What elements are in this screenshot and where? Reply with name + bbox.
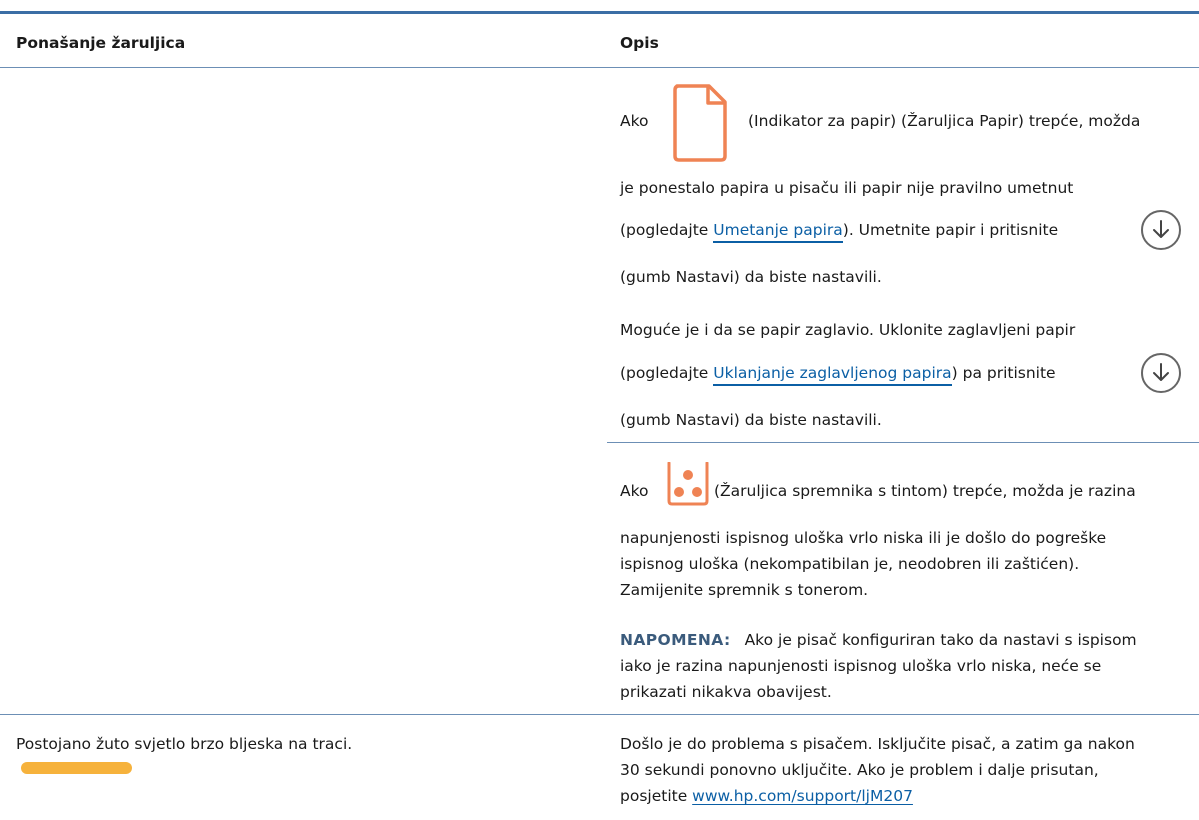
- toner-line4-text: Zamijenite spremnik s tonerom.: [620, 581, 869, 599]
- row1-inner-divider: [607, 442, 1199, 443]
- paper-line5-text: Moguće je i da se papir zaglavio. Ukloni…: [620, 321, 1076, 339]
- toner-line3-text: ispisnog uloška (nekompatibilan je, neod…: [620, 555, 1080, 573]
- note-line1-text: Ako je pisač konfiguriran tako da nastav…: [744, 631, 1137, 649]
- clear-jam-link[interactable]: Uklanjanje zaglavljenog papira: [713, 364, 951, 382]
- paper-line3: (pogledajte Umetanje papira). Umetnite p…: [620, 219, 1058, 241]
- paper-icon: [671, 82, 729, 166]
- paper-line6-post: ) pa pritisnite: [951, 364, 1056, 382]
- load-paper-link[interactable]: Umetanje papira: [713, 221, 843, 239]
- toner-ako-text: Ako: [620, 482, 649, 500]
- paper-line3-pre: (pogledajte: [620, 221, 714, 239]
- row2-desc-line1: Došlo je do problema s pisačem. Isključi…: [620, 735, 1135, 753]
- paper-line4-text: (gumb Nastavi) da biste nastavili.: [620, 268, 882, 286]
- amber-light-bar-icon: [21, 762, 132, 774]
- table-top-rule: [0, 11, 1199, 14]
- resume-arrow-icon: [1141, 353, 1181, 393]
- row2-behavior-text: Postojano žuto svjetlo brzo bljeska na t…: [16, 735, 353, 753]
- paper-ako-text: Ako: [620, 112, 649, 130]
- toner-line2-text: napunjenosti ispisnog uloška vrlo niska …: [620, 529, 1107, 547]
- paper-line7-text: (gumb Nastavi) da biste nastavili.: [620, 411, 882, 429]
- paper-line3-post: ). Umetnite papir i pritisnite: [842, 221, 1059, 239]
- paper-line1-text: (Indikator za papir) (Žaruljica Papir) t…: [748, 112, 1141, 130]
- support-url-link[interactable]: www.hp.com/support/ljM207: [692, 787, 913, 805]
- note-line1: NAPOMENA: Ako je pisač konfiguriran tako …: [620, 629, 1137, 651]
- row-divider: [0, 714, 1199, 715]
- note-line3-text: prikazati nikakva obavijest.: [620, 683, 832, 701]
- toner-cartridge-icon: [666, 461, 710, 510]
- header-divider: [0, 67, 1199, 68]
- note-label: NAPOMENA:: [620, 631, 731, 649]
- column-header-description: Opis: [620, 34, 659, 52]
- paper-line2-text: je ponestalo papira u pisaču ili papir n…: [620, 179, 1074, 197]
- row2-desc-line2: 30 sekundi ponovno uključite. Ako je pro…: [620, 761, 1099, 779]
- row2-desc-line3: posjetite www.hp.com/support/ljM207: [620, 785, 913, 807]
- note-line2-text: iako je razina napunjenosti ispisnog ulo…: [620, 657, 1102, 675]
- paper-line6-pre: (pogledajte: [620, 364, 714, 382]
- paper-line6: (pogledajte Uklanjanje zaglavljenog papi…: [620, 362, 1056, 384]
- column-header-behavior: Ponašanje žaruljica: [16, 34, 186, 52]
- row2-desc-line3-pre: posjetite: [620, 787, 693, 805]
- resume-arrow-icon: [1141, 210, 1181, 250]
- toner-line1-text: (Žaruljica spremnika s tintom) trepće, m…: [714, 482, 1136, 500]
